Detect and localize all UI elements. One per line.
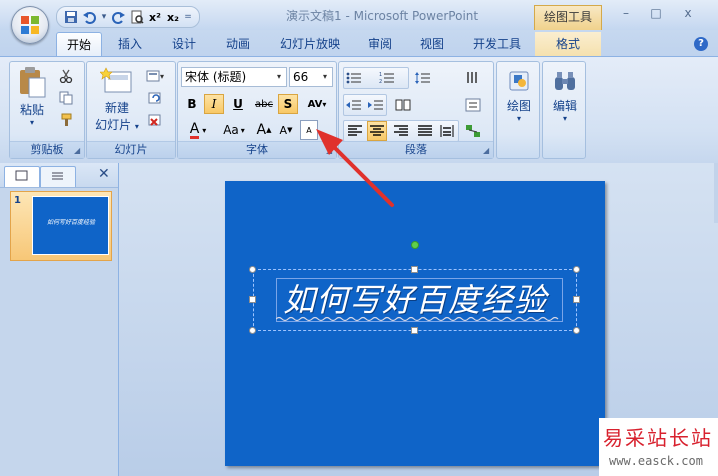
annotation-arrow-icon	[316, 129, 394, 207]
watermark-cn-text: 易采站长站	[603, 426, 713, 450]
office-button[interactable]	[11, 6, 49, 44]
watermark-url-text: www.easck.com	[609, 454, 703, 468]
site-watermark: 易采站长站 www.easck.com	[599, 418, 718, 476]
office-logo-icon	[21, 16, 39, 34]
